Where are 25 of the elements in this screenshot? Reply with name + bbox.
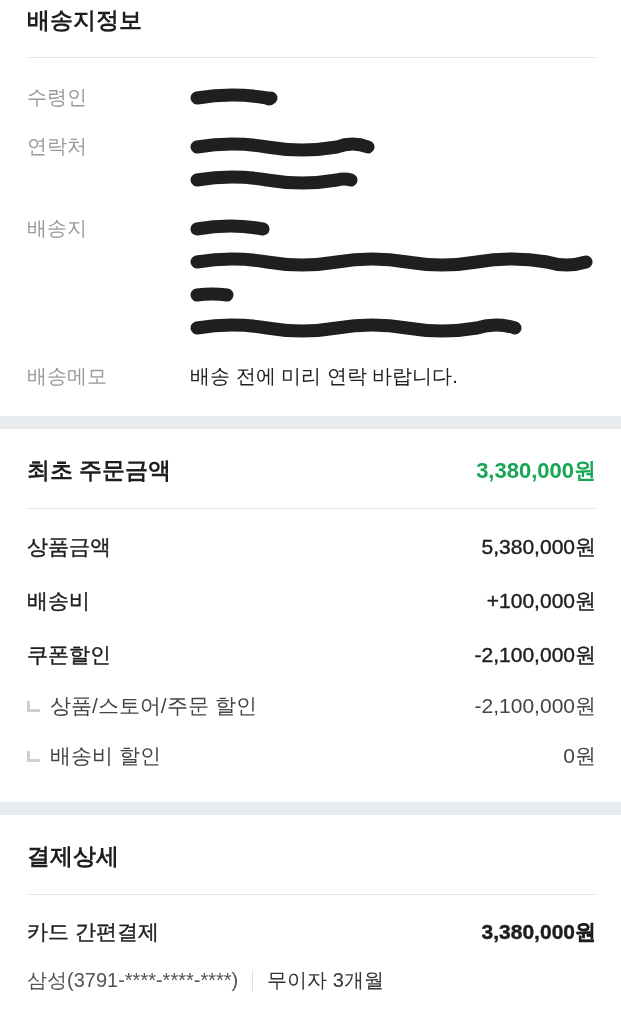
section-title: 결제상세 <box>27 842 120 871</box>
payment-amount: 3,380,000원 <box>481 918 596 945</box>
price-amount: -2,100,000원 <box>474 642 596 668</box>
price-label: 쿠폰할인 <box>27 642 111 668</box>
indent-corner-icon <box>27 751 40 762</box>
payment-method: 카드 간편결제 <box>27 918 159 945</box>
discount-label: 배송비 할인 <box>50 743 161 769</box>
installment-plan: 무이자 3개월 <box>267 968 384 993</box>
price-label: 상품금액 <box>27 534 111 560</box>
section-title: 배송지정보 <box>27 6 143 35</box>
field-label: 배송지 <box>27 216 88 241</box>
field-value: 배송 전에 미리 연락 바랍니다. <box>190 364 458 389</box>
price-amount: 5,380,000원 <box>481 534 596 560</box>
field-label: 배송메모 <box>27 364 108 389</box>
price-amount: +100,000원 <box>486 588 596 614</box>
discount-amount: -2,100,000원 <box>474 693 596 719</box>
order-total-amount: 3,380,000원 <box>476 457 596 485</box>
discount-label: 상품/스토어/주문 할인 <box>50 693 257 719</box>
field-label: 연락처 <box>27 134 88 159</box>
field-label: 수령인 <box>27 85 88 110</box>
price-label: 배송비 <box>27 588 90 614</box>
indent-corner-icon <box>27 701 40 712</box>
discount-amount: 0원 <box>563 743 596 769</box>
order-total-label: 최초 주문금액 <box>27 456 172 485</box>
card-info: 삼성(3791-****-****-****) <box>27 968 239 993</box>
